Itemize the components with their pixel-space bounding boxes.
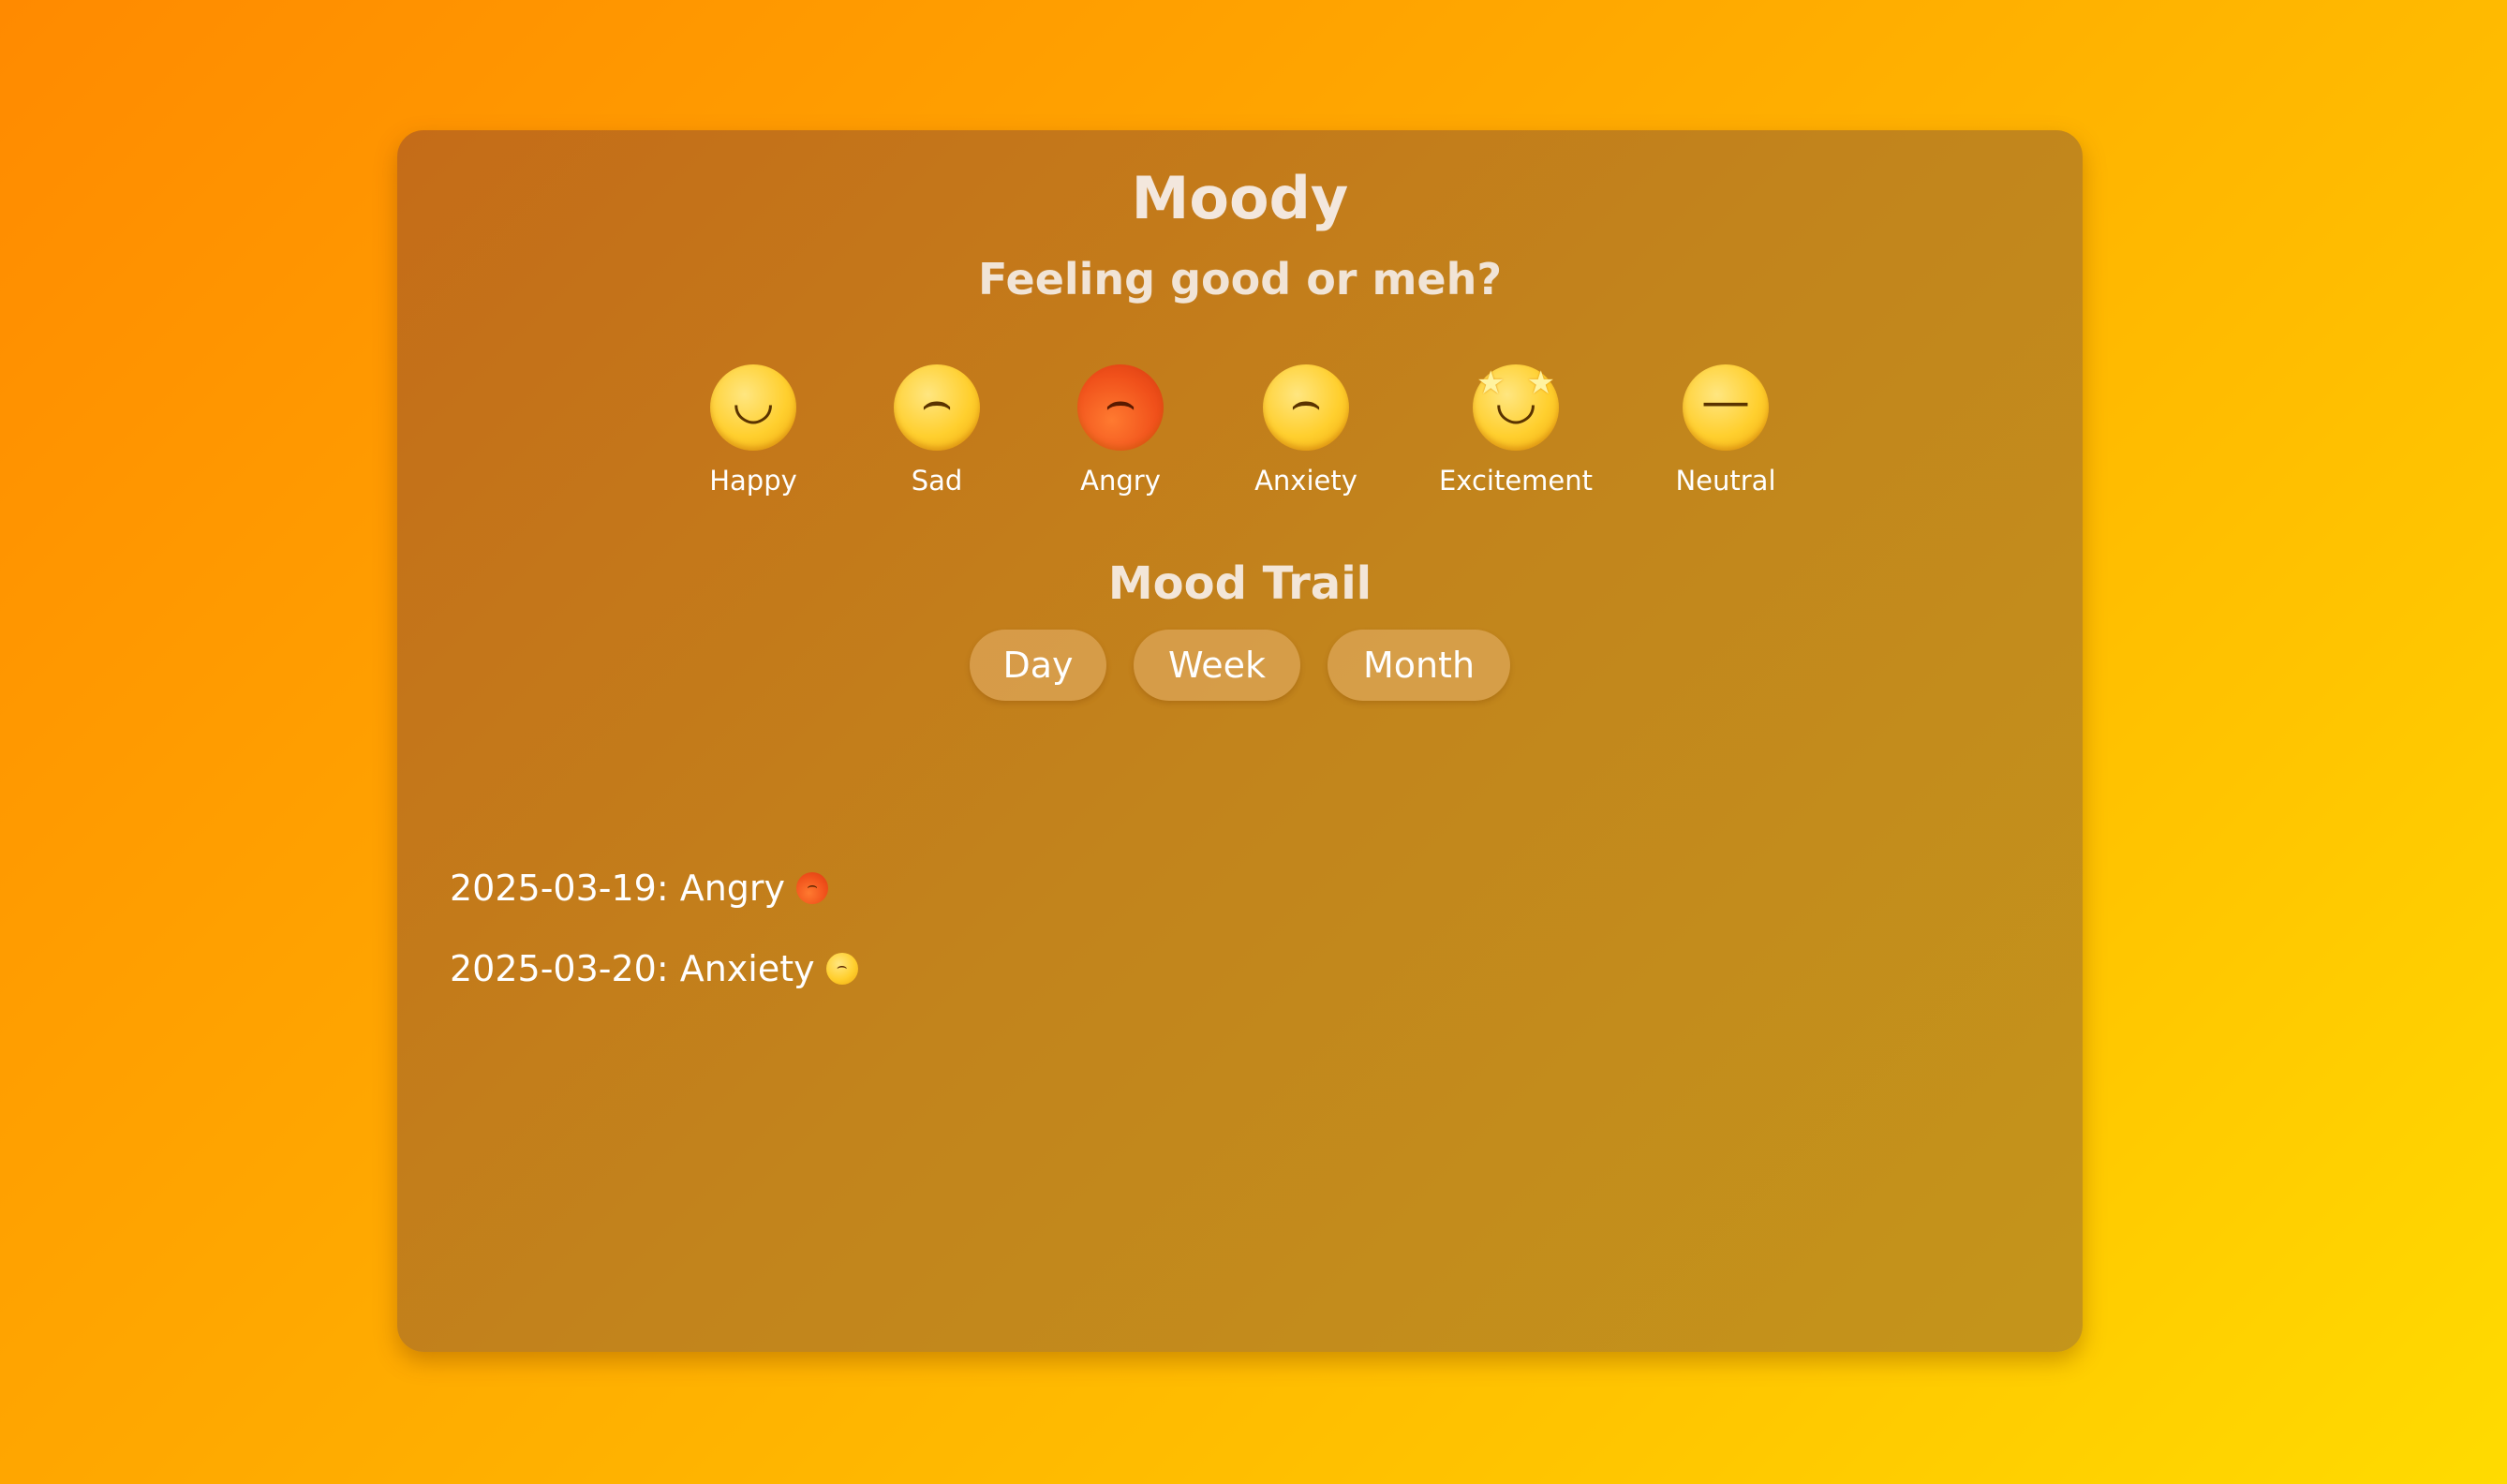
mood-trail-entry: 2025-03-20: Anxiety ⌢	[450, 951, 858, 987]
filter-day-button[interactable]: Day	[970, 630, 1106, 701]
angry-face-icon: ⌢	[796, 872, 829, 904]
mood-option-excitement[interactable]: ★ ★ ◡ Excitement	[1413, 364, 1619, 495]
mood-option-sad[interactable]: ⌢ Sad	[834, 364, 1040, 495]
filter-month-button[interactable]: Month	[1328, 630, 1510, 701]
mood-trail-list: 2025-03-19: Angry ⌢ 2025-03-20: Anxiety …	[450, 870, 858, 987]
mood-option-anxiety[interactable]: ⌢ Anxiety	[1203, 364, 1409, 495]
neutral-face-icon: —	[1683, 364, 1769, 451]
mood-card: Moody Feeling good or meh? ◡ Happy ⌢ Sad…	[397, 130, 2083, 1352]
star-struck-face-icon: ★ ★ ◡	[1473, 364, 1559, 451]
entry-text: 2025-03-19: Angry	[450, 868, 786, 909]
mood-label: Angry	[1080, 465, 1161, 497]
app-subtitle: Feeling good or meh?	[977, 254, 1503, 304]
angry-face-icon: ⌢	[1077, 364, 1164, 451]
app-title: Moody	[1131, 164, 1349, 232]
mood-option-happy[interactable]: ◡ Happy	[650, 364, 856, 495]
worried-face-icon: ⌢	[825, 953, 858, 985]
mood-label: Sad	[911, 465, 963, 497]
grinning-face-icon: ◡	[710, 364, 796, 451]
mood-label: Happy	[709, 465, 797, 497]
entry-text: 2025-03-20: Anxiety	[450, 948, 815, 989]
mood-option-angry[interactable]: ⌢ Angry	[1017, 364, 1224, 495]
mood-trail-entry: 2025-03-19: Angry ⌢	[450, 870, 858, 906]
mood-label: Anxiety	[1254, 465, 1357, 497]
mood-option-neutral[interactable]: — Neutral	[1623, 364, 1829, 495]
mood-picker: ◡ Happy ⌢ Sad ⌢ Angry ⌢ Anxiety ★ ★ ◡ Ex…	[397, 364, 2083, 505]
worried-face-icon: ⌢	[1263, 364, 1349, 451]
mood-label: Neutral	[1675, 465, 1776, 497]
slightly-frowning-face-icon: ⌢	[894, 364, 980, 451]
filter-week-button[interactable]: Week	[1134, 630, 1300, 701]
mood-trail-title: Mood Trail	[1107, 557, 1372, 610]
mood-label: Excitement	[1438, 465, 1594, 497]
